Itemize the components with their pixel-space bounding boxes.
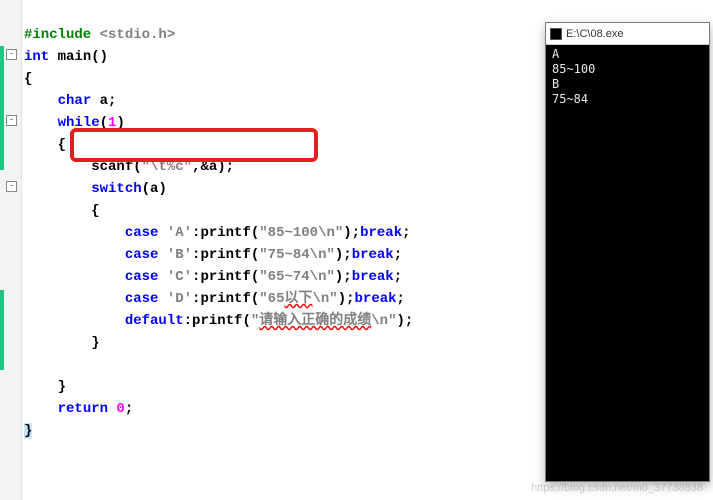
semi: ; xyxy=(394,247,402,263)
fold-toggle[interactable]: - xyxy=(6,49,17,60)
var-a: a; xyxy=(91,93,116,109)
literal-0: 0 xyxy=(108,401,125,417)
brace: { xyxy=(91,203,99,219)
kw-case: case xyxy=(125,269,159,285)
change-marker xyxy=(0,290,4,370)
string-pre: "65 xyxy=(259,291,284,307)
console-output: A 85~100 B 75~84 xyxy=(546,45,709,109)
string: "85~100\n" xyxy=(259,225,343,241)
kw-case: case xyxy=(125,247,159,263)
fold-toggle[interactable]: - xyxy=(6,181,17,192)
parens: () xyxy=(91,49,108,65)
end: ); xyxy=(396,313,413,329)
watermark: https://blog.csdn.net/m0_37738838 xyxy=(531,482,703,494)
end: ); xyxy=(335,269,352,285)
code-area[interactable]: #include <stdio.h> int main() { char a; … xyxy=(24,2,413,464)
end: ); xyxy=(335,247,352,263)
header-name: <stdio.h> xyxy=(91,27,175,43)
semi: ; xyxy=(402,225,410,241)
string-cjk: 请输入正确的成绩 xyxy=(259,313,371,329)
brace: } xyxy=(58,379,66,395)
kw-int: int xyxy=(24,49,49,65)
semi: ; xyxy=(125,401,133,417)
char-lit: 'A' xyxy=(158,225,192,241)
call-printf: :printf( xyxy=(184,313,251,329)
end: ); xyxy=(338,291,355,307)
preproc: #include xyxy=(24,27,91,43)
kw-char: char xyxy=(58,93,92,109)
kw-switch: switch xyxy=(91,181,141,197)
kw-break: break xyxy=(360,225,402,241)
console-icon xyxy=(550,28,562,40)
call-printf: :printf( xyxy=(192,269,259,285)
string-pre: " xyxy=(251,313,259,329)
char-lit: 'B' xyxy=(158,247,192,263)
call-printf: :printf( xyxy=(192,291,259,307)
semi: ; xyxy=(394,269,402,285)
gutter: - - - xyxy=(0,0,22,500)
highlight-box xyxy=(70,128,318,162)
kw-break: break xyxy=(352,269,394,285)
kw-return: return xyxy=(58,401,108,417)
kw-case: case xyxy=(125,225,159,241)
console-title: E:\C\08.exe xyxy=(566,28,623,40)
char-lit: 'D' xyxy=(158,291,192,307)
string-post: \n" xyxy=(312,291,337,307)
brace: } xyxy=(91,335,99,351)
kw-default: default xyxy=(125,313,184,329)
kw-break: break xyxy=(355,291,397,307)
brace: } xyxy=(24,423,32,439)
kw-break: break xyxy=(352,247,394,263)
semi: ; xyxy=(397,291,405,307)
end: ); xyxy=(343,225,360,241)
fn-main: main xyxy=(49,49,91,65)
string: "75~84\n" xyxy=(259,247,335,263)
brace: { xyxy=(24,71,32,87)
code-editor[interactable]: - - - #include <stdio.h> int main() { ch… xyxy=(0,0,540,500)
string-post: \n" xyxy=(371,313,396,329)
brace: { xyxy=(58,137,66,153)
console-titlebar[interactable]: E:\C\08.exe xyxy=(546,23,709,45)
string-cjk: 以下 xyxy=(284,291,312,307)
fold-toggle[interactable]: - xyxy=(6,115,17,126)
call-printf: :printf( xyxy=(192,247,259,263)
switch-arg: (a) xyxy=(142,181,167,197)
console-window[interactable]: E:\C\08.exe A 85~100 B 75~84 xyxy=(545,22,710,482)
string: "65~74\n" xyxy=(259,269,335,285)
kw-case: case xyxy=(125,291,159,307)
change-marker xyxy=(0,46,4,170)
char-lit: 'C' xyxy=(158,269,192,285)
call-printf: :printf( xyxy=(192,225,259,241)
